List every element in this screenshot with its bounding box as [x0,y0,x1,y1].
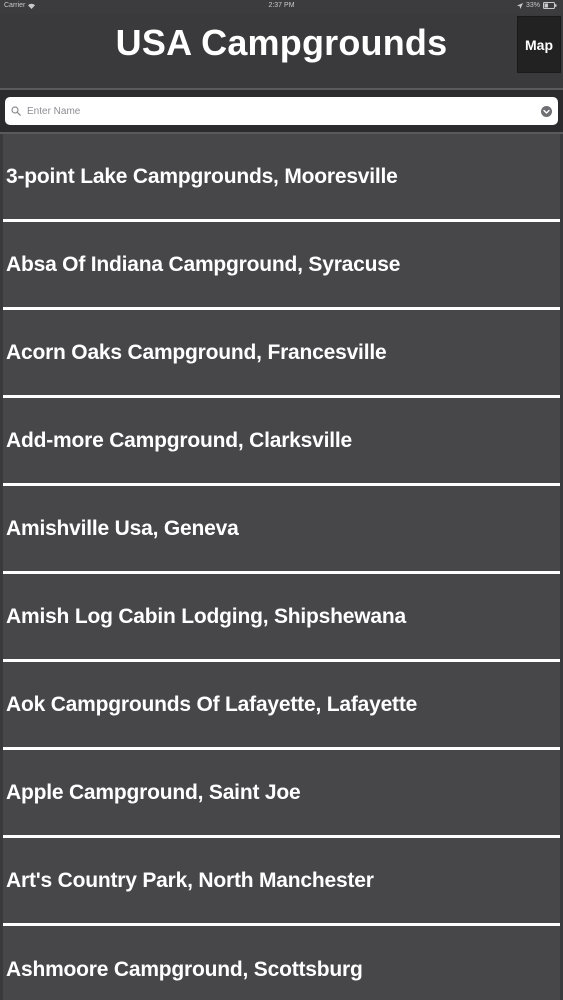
list-item[interactable]: Apple Campground, Saint Joe [3,750,560,838]
page-title: USA Campgrounds [115,22,448,63]
list-item[interactable]: Amish Log Cabin Lodging, Shipshewana [3,574,560,662]
search-field[interactable] [5,97,558,125]
list-item[interactable]: Aok Campgrounds Of Lafayette, Lafayette [3,662,560,750]
status-bar: Carrier 2:37 PM 33% [0,0,563,14]
campground-list: 3-point Lake Campgrounds, Mooresville Ab… [0,134,563,1000]
list-item[interactable]: Add-more Campground, Clarksville [3,398,560,486]
list-item[interactable]: 3-point Lake Campgrounds, Mooresville [3,134,560,222]
list-item-label: Acorn Oaks Campground, Francesville [6,340,387,364]
battery-icon [543,2,557,9]
list-item-label: Absa Of Indiana Campground, Syracuse [6,252,401,276]
search-icon [11,105,23,117]
status-right: 33% [516,2,557,9]
list-item-label: 3-point Lake Campgrounds, Mooresville [6,164,398,188]
list-item-label: Amishville Usa, Geneva [6,516,239,540]
app-screen: Carrier 2:37 PM 33% USA Campgrounds Map … [0,0,563,1000]
search-bar [0,88,563,134]
list-item[interactable]: Acorn Oaks Campground, Francesville [3,310,560,398]
location-arrow-icon [516,2,523,9]
search-input[interactable] [27,105,540,117]
chevron-down-icon[interactable] [540,105,552,117]
list-item-label: Apple Campground, Saint Joe [6,780,301,804]
list-item-label: Aok Campgrounds Of Lafayette, Lafayette [6,692,418,716]
list-item-label: Ashmoore Campground, Scottsburg [6,958,363,981]
list-item-label: Amish Log Cabin Lodging, Shipshewana [6,604,406,628]
list-item[interactable]: Amishville Usa, Geneva [3,486,560,574]
list-item[interactable]: Art's Country Park, North Manchester [3,838,560,926]
battery-percentage: 33% [525,2,540,9]
map-button[interactable]: Map [517,16,561,73]
list-item-label: Add-more Campground, Clarksville [6,428,352,452]
list-item[interactable]: Absa Of Indiana Campground, Syracuse [3,222,560,310]
status-time: 2:37 PM [268,2,295,9]
list-item[interactable]: Ashmoore Campground, Scottsburg [3,926,560,1000]
list-item-label: Art's Country Park, North Manchester [6,868,374,892]
navigation-header: USA Campgrounds Map [0,14,563,88]
